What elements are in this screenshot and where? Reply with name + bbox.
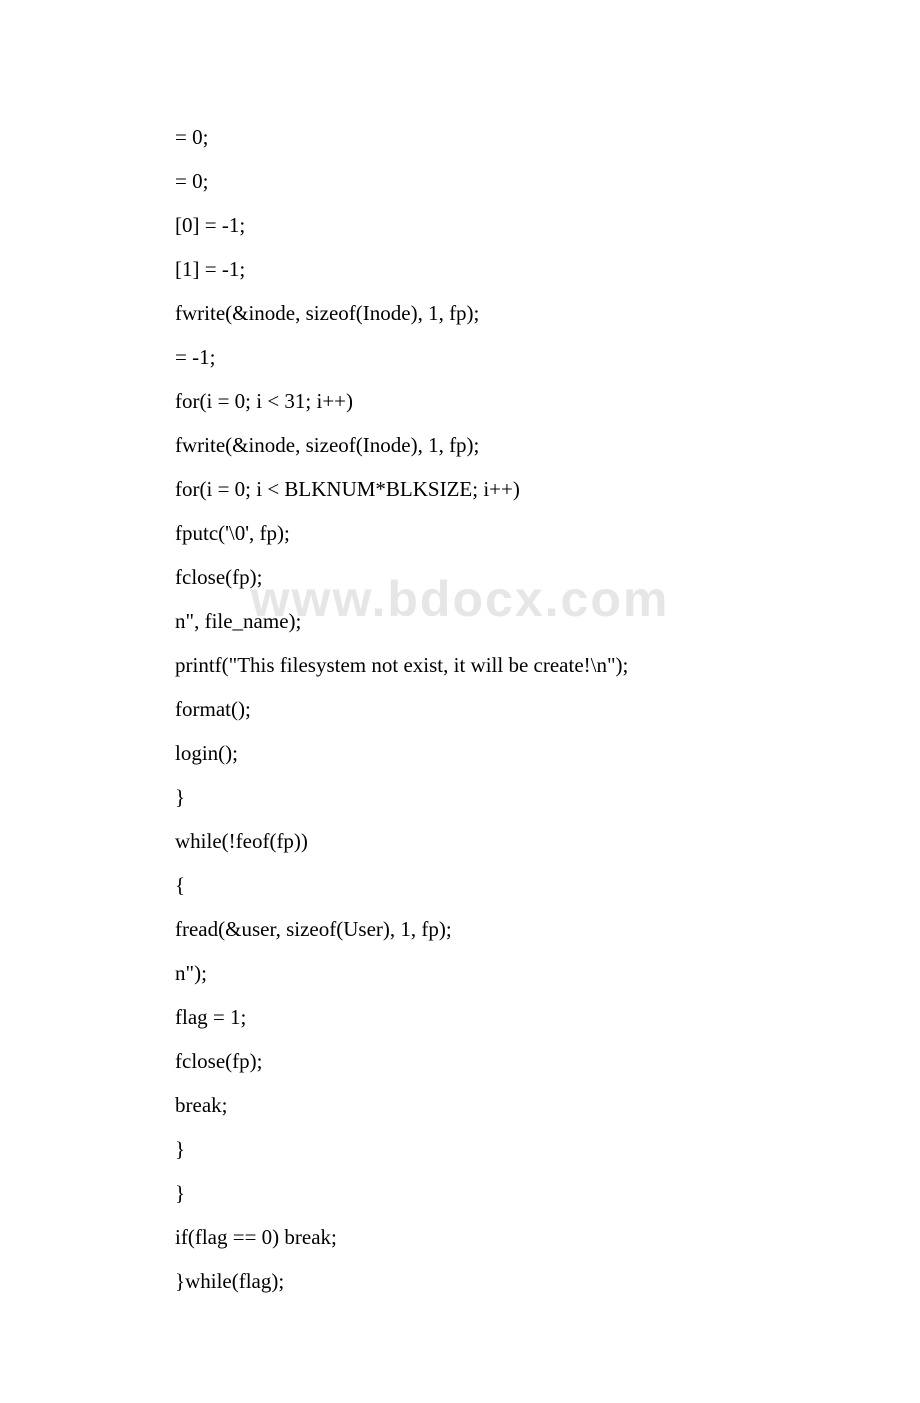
code-line: fwrite(&inode, sizeof(Inode), 1, fp);	[175, 291, 745, 335]
code-line: = 0;	[175, 115, 745, 159]
code-line: = 0;	[175, 159, 745, 203]
code-line: fclose(fp);	[175, 555, 745, 599]
code-line: fwrite(&inode, sizeof(Inode), 1, fp);	[175, 423, 745, 467]
code-line: if(flag == 0) break;	[175, 1215, 745, 1259]
code-line: }	[175, 1127, 745, 1171]
code-content: = 0; = 0; [0] = -1; [1] = -1; fwrite(&in…	[0, 0, 920, 1403]
code-line: [1] = -1;	[175, 247, 745, 291]
code-line: login();	[175, 731, 745, 775]
code-line: fclose(fp);	[175, 1039, 745, 1083]
code-line: }while(flag);	[175, 1259, 745, 1303]
code-line: format();	[175, 687, 745, 731]
code-line: [0] = -1;	[175, 203, 745, 247]
code-line: flag = 1;	[175, 995, 745, 1039]
code-line: printf("This filesystem not exist, it wi…	[175, 643, 745, 687]
code-line: while(!feof(fp))	[175, 819, 745, 863]
code-line: fputc('\0', fp);	[175, 511, 745, 555]
code-line: n");	[175, 951, 745, 995]
code-line: {	[175, 863, 745, 907]
code-line: }	[175, 1171, 745, 1215]
code-line: }	[175, 775, 745, 819]
code-line: n", file_name);	[175, 599, 745, 643]
code-line: = -1;	[175, 335, 745, 379]
code-line: for(i = 0; i < BLKNUM*BLKSIZE; i++)	[175, 467, 745, 511]
code-line: break;	[175, 1083, 745, 1127]
code-line: fread(&user, sizeof(User), 1, fp);	[175, 907, 745, 951]
code-line: for(i = 0; i < 31; i++)	[175, 379, 745, 423]
